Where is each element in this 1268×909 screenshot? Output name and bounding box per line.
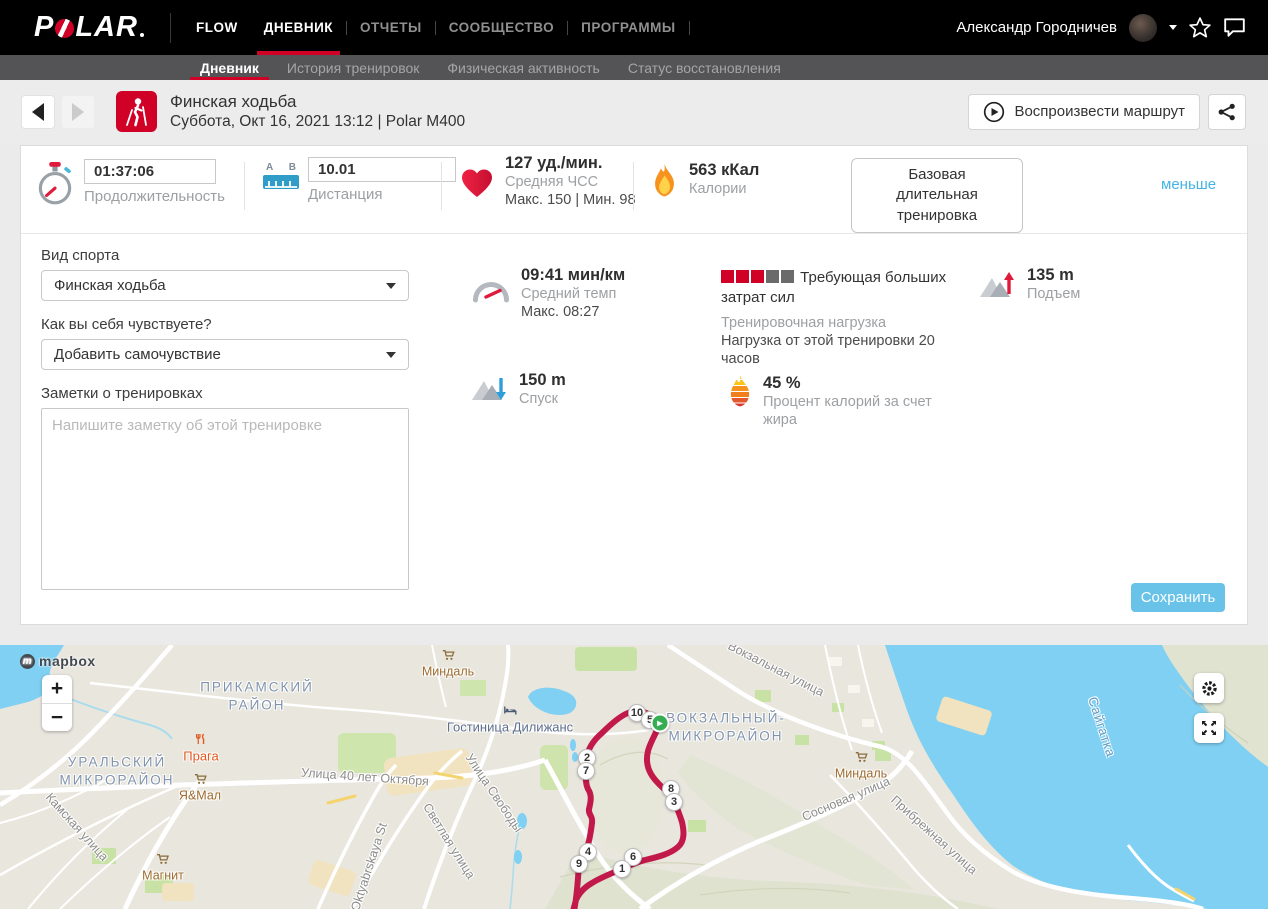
- training-load-label: Тренировочная нагрузка: [721, 314, 953, 332]
- polar-logo-o: [55, 19, 74, 38]
- messages-icon[interactable]: [1223, 17, 1246, 38]
- training-load-meter-icon: [721, 269, 796, 286]
- subnav-training-history[interactable]: История тренировок: [273, 55, 433, 80]
- sport-icon: [116, 91, 157, 132]
- top-navigation: PLAR FLOW ДНЕВНИК ОТЧЕТЫ СООБЩЕСТВО ПРОГ…: [0, 0, 1268, 55]
- chevron-down-icon: [386, 283, 396, 289]
- feeling-select-label: Как вы себя чувствуете?: [41, 316, 212, 333]
- fat-burn-block: 45 % Процент калорий за счет жира: [727, 374, 963, 429]
- distance-label: Дистанция: [308, 186, 456, 203]
- fat-percent-value: 45 %: [763, 374, 963, 393]
- page-title: Финская ходьба: [170, 91, 465, 112]
- avatar[interactable]: [1129, 14, 1157, 42]
- subnav-recovery-status[interactable]: Статус восстановления: [614, 55, 795, 80]
- route-point-a: A: [266, 162, 273, 173]
- max-pace: Макс. 08:27: [521, 303, 625, 321]
- diary-sub-navigation: Дневник История тренировок Физическая ак…: [0, 55, 1268, 80]
- heart-icon: [459, 168, 495, 200]
- notes-label: Заметки о тренировках: [41, 385, 203, 402]
- descent-value: 150 m: [519, 371, 566, 390]
- calories-label: Калории: [689, 180, 759, 198]
- zoom-out-button[interactable]: −: [42, 703, 72, 731]
- map-zoom-panel: + −: [42, 675, 72, 731]
- save-button[interactable]: Сохранить: [1131, 583, 1225, 612]
- descent-label: Спуск: [519, 390, 566, 408]
- arrow-right-icon: [72, 103, 84, 121]
- route-km-marker[interactable]: 9: [570, 855, 588, 873]
- ascent-block: 135 m Подъем: [979, 266, 1080, 303]
- route-point-b: B: [289, 162, 296, 173]
- map-settings-button[interactable]: [1194, 673, 1224, 703]
- training-load-block: Требующая больших затрат сил Тренировочн…: [721, 268, 953, 368]
- descent-mountain-icon: [471, 373, 509, 402]
- fat-burn-flame-icon: [727, 374, 753, 408]
- map-canvas: [0, 645, 1268, 909]
- nav-item-community[interactable]: СООБЩЕСТВО: [436, 0, 567, 55]
- polar-logo[interactable]: PLAR: [34, 11, 144, 44]
- session-datetime: Суббота, Окт 16, 2021 13:12 | Polar M400: [170, 112, 465, 132]
- training-benefit-button[interactable]: Базовая длительная тренировка: [851, 158, 1023, 233]
- zoom-in-button[interactable]: +: [42, 675, 72, 703]
- training-summary-card: Продолжительность A B Дистанция: [20, 145, 1248, 625]
- previous-session-button[interactable]: [22, 96, 54, 128]
- nav-item-reports[interactable]: ОТЧЕТЫ: [347, 0, 435, 55]
- summary-stats-row: Продолжительность A B Дистанция: [21, 146, 1247, 234]
- nav-item-diary[interactable]: ДНЕВНИК: [251, 0, 346, 55]
- training-load-recovery: Нагрузка от этой тренировки 20 часов: [721, 332, 953, 368]
- fat-percent-label: Процент калорий за счет жира: [763, 393, 963, 429]
- mapbox-logo[interactable]: mmapbox: [20, 653, 96, 669]
- play-icon: [983, 101, 1005, 123]
- subnav-diary[interactable]: Дневник: [186, 55, 273, 80]
- duration-label: Продолжительность: [84, 188, 225, 205]
- chevron-down-icon: [386, 352, 396, 358]
- sport-select-label: Вид спорта: [41, 247, 119, 264]
- route-km-marker[interactable]: 3: [665, 793, 683, 811]
- feeling-select[interactable]: Добавить самочувствие: [41, 339, 409, 370]
- nav-item-flow[interactable]: FLOW: [183, 0, 251, 55]
- session-header: Финская ходьба Суббота, Окт 16, 2021 13:…: [0, 80, 1268, 143]
- chevron-down-icon[interactable]: [1169, 25, 1177, 30]
- avg-pace-block: 09:41 мин/км Средний темп Макс. 08:27: [471, 266, 625, 321]
- avg-pace-label: Средний темп: [521, 285, 625, 303]
- show-less-link[interactable]: меньше: [1161, 176, 1216, 193]
- calories-flame-icon: [651, 163, 678, 198]
- route-start-marker[interactable]: ▶: [651, 714, 670, 733]
- fullscreen-icon: [1201, 720, 1217, 736]
- distance-input[interactable]: [308, 157, 456, 182]
- ascent-mountain-icon: [979, 270, 1017, 299]
- descent-block: 150 m Спуск: [471, 371, 566, 408]
- calories-value: 563 кКал: [689, 161, 759, 180]
- map-fullscreen-button[interactable]: [1194, 713, 1224, 743]
- share-icon: [1217, 102, 1237, 122]
- duration-input[interactable]: [84, 159, 216, 184]
- notes-textarea[interactable]: [41, 408, 409, 590]
- subnav-activity[interactable]: Физическая активность: [433, 55, 613, 80]
- gear-icon: [1201, 680, 1218, 697]
- nav-item-programs[interactable]: ПРОГРАММЫ: [568, 0, 688, 55]
- route-km-marker[interactable]: 7: [577, 762, 595, 780]
- ascent-value: 135 m: [1027, 266, 1080, 285]
- avg-pace-value: 09:41 мин/км: [521, 266, 625, 285]
- ascent-label: Подъем: [1027, 285, 1080, 303]
- divider: [170, 13, 171, 43]
- sport-select[interactable]: Финская ходьба: [41, 270, 409, 301]
- pace-gauge-icon: [471, 276, 511, 303]
- distance-ruler-icon: [263, 175, 299, 189]
- route-map[interactable]: МиндальПРИКАМСКИЙРАЙОНПрагаГостиница Дил…: [0, 645, 1268, 909]
- stopwatch-icon: [35, 161, 75, 207]
- route-km-marker[interactable]: 1: [613, 860, 631, 878]
- favorites-star-icon[interactable]: [1189, 17, 1211, 38]
- next-session-button[interactable]: [62, 96, 94, 128]
- arrow-left-icon: [32, 103, 44, 121]
- user-name[interactable]: Александр Городничев: [956, 19, 1117, 36]
- replay-route-button[interactable]: Воспроизвести маршрут: [968, 94, 1200, 130]
- share-button[interactable]: [1208, 94, 1246, 130]
